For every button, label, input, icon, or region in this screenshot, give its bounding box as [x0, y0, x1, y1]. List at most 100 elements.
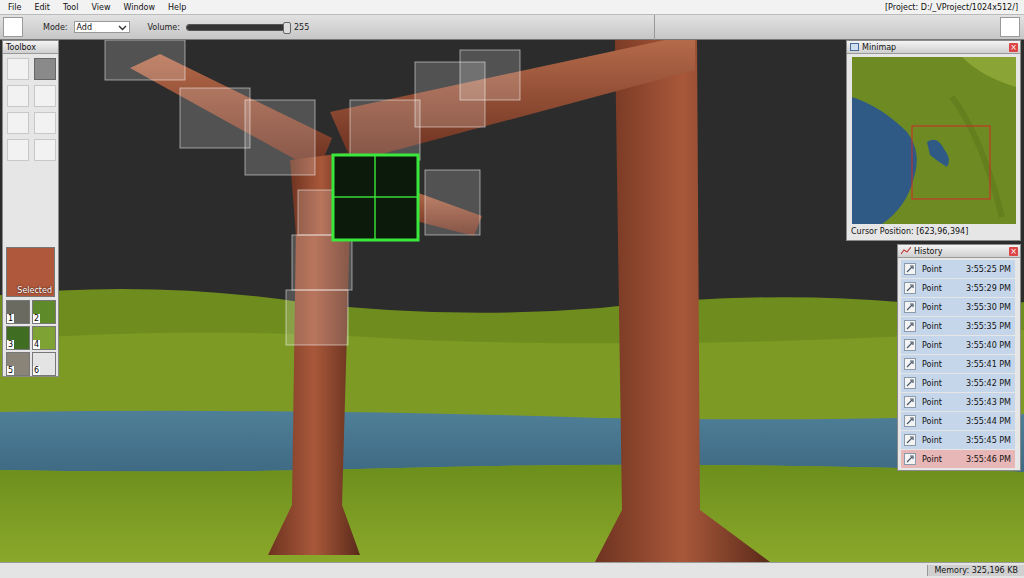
history-time: 3:55:44 PM: [966, 417, 1011, 426]
panel-title: History: [914, 247, 1006, 256]
point-tool-icon: [904, 377, 916, 389]
beam: [330, 40, 695, 162]
history-row[interactable]: Point 3:55:44 PM: [901, 412, 1015, 431]
history-time: 3:55:41 PM: [966, 360, 1011, 369]
panel-title-bar[interactable]: Minimap ×: [847, 41, 1020, 54]
menu-item[interactable]: Edit: [34, 3, 50, 12]
cursor-position: Cursor Position: [623,96,394]: [847, 224, 1020, 239]
history-row[interactable]: Point 3:55:35 PM: [901, 317, 1015, 336]
toolbox-panel: Toolbox Selected 12 3 4 5 6: [2, 40, 59, 377]
panel-title-bar[interactable]: History ×: [898, 245, 1020, 258]
material-swatch[interactable]: 5: [6, 352, 30, 376]
close-button[interactable]: ×: [1009, 43, 1018, 52]
minimap-image[interactable]: [852, 57, 1016, 224]
status-bar: Memory: 325,196 KB: [0, 562, 1024, 578]
history-row[interactable]: Point 3:55:40 PM: [901, 336, 1015, 355]
material-swatch[interactable]: 6: [32, 352, 56, 376]
tool-button[interactable]: [34, 112, 56, 134]
material-number: 2: [33, 314, 40, 323]
menu-bar: File Edit Tool View Window Help [Project: D:/…: [0, 0, 1024, 15]
history-action: Point: [922, 303, 960, 312]
material-swatch[interactable]: 3: [6, 326, 30, 350]
tool-button[interactable]: [7, 85, 29, 107]
menu-item[interactable]: Help: [168, 3, 186, 12]
history-time: 3:55:29 PM: [966, 284, 1011, 293]
point-tool-icon: [904, 301, 916, 313]
menu-item[interactable]: File: [8, 3, 21, 12]
material-swatch[interactable]: 4: [32, 326, 56, 350]
memory-usage: Memory: 325,196 KB: [927, 565, 1024, 576]
history-row[interactable]: Point 3:55:43 PM: [901, 393, 1015, 412]
volume-label: Volume:: [148, 23, 180, 32]
history-icon: [901, 247, 911, 255]
voxel-editor-window: File Edit Tool View Window Help [Project: D:/…: [0, 0, 1024, 578]
history-time: 3:55:45 PM: [966, 436, 1011, 445]
point-tool-icon: [904, 320, 916, 332]
toolbar-separator: [654, 15, 655, 40]
panel-title: Minimap: [862, 43, 1006, 52]
tool-grid: [3, 54, 58, 165]
material-swatch[interactable]: 1: [6, 300, 30, 324]
history-action: Point: [922, 379, 960, 388]
material-number: 6: [33, 366, 40, 375]
history-action: Point: [922, 360, 960, 369]
menu-item[interactable]: Tool: [63, 3, 79, 12]
ghost-voxels: [105, 40, 520, 345]
history-row[interactable]: Point 3:55:41 PM: [901, 355, 1015, 374]
mode-value: Add: [77, 23, 93, 32]
history-row[interactable]: Point 3:55:25 PM: [901, 260, 1015, 279]
tool-button[interactable]: [7, 139, 29, 161]
material-swatch[interactable]: 2: [32, 300, 56, 324]
project-path: [Project: D:/_VProject/1024x512/]: [885, 3, 1018, 12]
history-time: 3:55:43 PM: [966, 398, 1011, 407]
volume-thumb[interactable]: [283, 22, 291, 34]
tool-button[interactable]: [34, 139, 56, 161]
point-tool-icon: [904, 396, 916, 408]
menu-item[interactable]: Window: [123, 3, 155, 12]
panel-title: Toolbox: [6, 43, 36, 52]
tool-button[interactable]: [7, 112, 29, 134]
history-row[interactable]: Point 3:55:30 PM: [901, 298, 1015, 317]
history-action: Point: [922, 265, 960, 274]
water: [0, 411, 1024, 472]
point-tool-icon: [904, 339, 916, 351]
history-action: Point: [922, 417, 960, 426]
selected-material[interactable]: Selected: [6, 247, 55, 297]
color-swatch[interactable]: [3, 17, 23, 37]
history-action: Point: [922, 284, 960, 293]
material-number: 5: [7, 366, 14, 375]
point-tool-icon: [904, 434, 916, 446]
minimap-panel: Minimap × Cursor Position: [623,96,394]: [846, 40, 1021, 241]
grass: [0, 465, 1024, 562]
mode-label: Mode:: [43, 23, 68, 32]
history-action: Point: [922, 455, 960, 464]
volume-fill: [187, 25, 287, 30]
history-row[interactable]: Point 3:55:42 PM: [901, 374, 1015, 393]
left-trunk: [268, 225, 360, 555]
history-action: Point: [922, 322, 960, 331]
menu-item[interactable]: View: [91, 3, 110, 12]
panel-title-bar[interactable]: Toolbox: [3, 41, 58, 54]
history-action: Point: [922, 436, 960, 445]
cursor-voxel: [333, 155, 418, 240]
history-row[interactable]: Point 3:55:45 PM: [901, 431, 1015, 450]
point-tool-icon: [904, 263, 916, 275]
tool-button[interactable]: [34, 85, 56, 107]
material-number: 3: [7, 340, 14, 349]
secondary-swatch[interactable]: [1000, 17, 1020, 37]
history-time: 3:55:30 PM: [966, 303, 1011, 312]
tool-button[interactable]: [7, 58, 29, 80]
history-row[interactable]: Point 3:55:29 PM: [901, 279, 1015, 298]
right-trunk: [595, 40, 770, 562]
hills: [0, 289, 1024, 562]
tool-button[interactable]: [34, 58, 56, 80]
history-row[interactable]: Point 3:55:46 PM: [901, 450, 1015, 469]
mode-dropdown[interactable]: Add: [74, 21, 130, 33]
volume-value: 255: [294, 23, 309, 32]
point-tool-icon: [904, 453, 916, 465]
map-icon: [850, 43, 859, 51]
volume-slider[interactable]: [186, 24, 288, 31]
point-tool-icon: [904, 282, 916, 294]
close-button[interactable]: ×: [1009, 247, 1018, 256]
history-time: 3:55:46 PM: [966, 455, 1011, 464]
